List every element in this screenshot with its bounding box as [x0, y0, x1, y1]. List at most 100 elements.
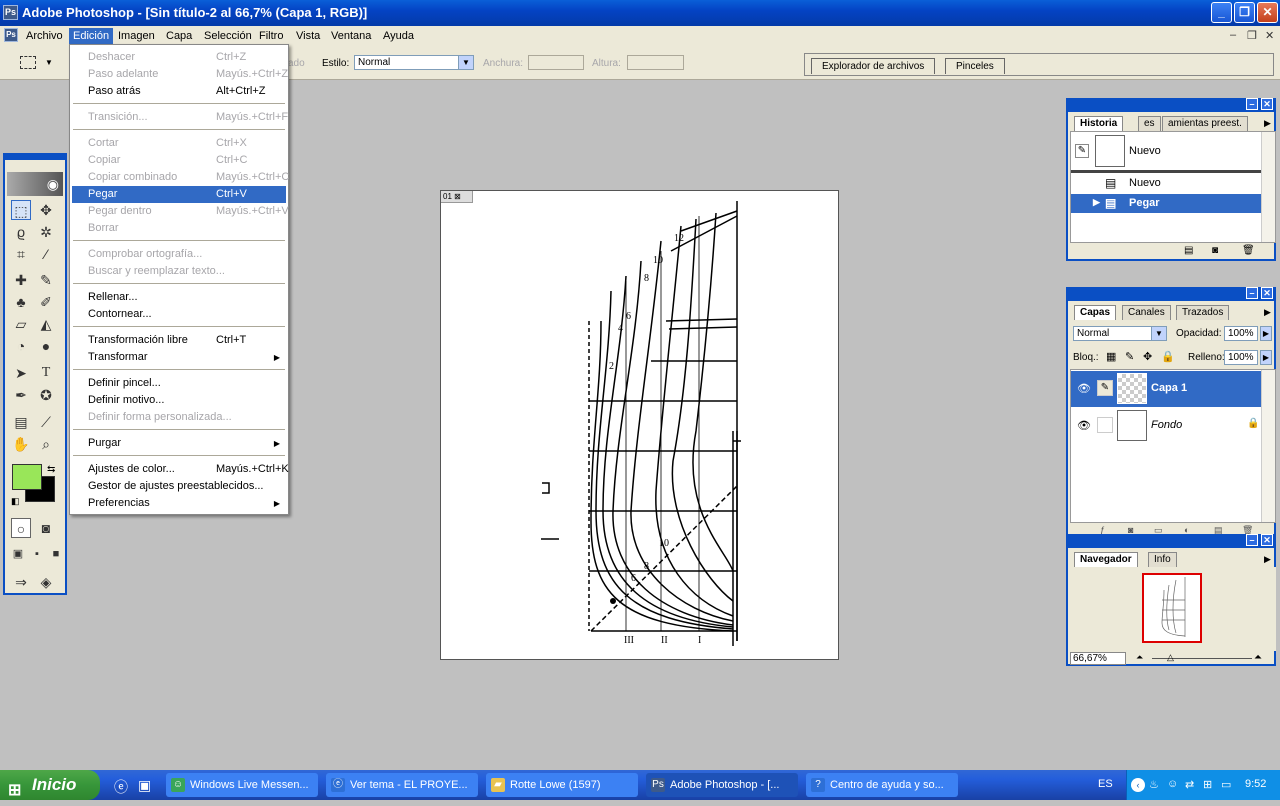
menu-ventana[interactable]: Ventana	[327, 28, 375, 44]
paint-bucket-icon[interactable]: ◭	[36, 314, 56, 334]
zoom-input[interactable]: 66,67%	[1070, 652, 1126, 665]
title-bar[interactable]: Ps Adobe Photoshop - [Sin título-2 al 66…	[0, 0, 1280, 26]
menu-item-pegar[interactable]: Pegar Ctrl+V	[72, 186, 286, 203]
history-brush-source-icon[interactable]: ✎	[1075, 144, 1089, 158]
blend-mode-select[interactable]: Normal ▼	[1073, 326, 1167, 341]
layer-link-slot[interactable]	[1097, 417, 1113, 433]
dodge-tool-icon[interactable]: ●	[36, 336, 56, 356]
tab-info[interactable]: Info	[1148, 552, 1177, 567]
taskbar-button-1[interactable]: ⓔ Ver tema - EL PROYE...	[326, 773, 478, 797]
windows-tray-icon[interactable]: ⊞	[1203, 778, 1212, 791]
menu-item-rellenar[interactable]: Rellenar...	[72, 289, 286, 306]
network-tray-icon[interactable]: ⇄	[1185, 778, 1194, 791]
zoom-slider-thumb-icon[interactable]: △	[1167, 652, 1174, 663]
new-snapshot-icon[interactable]: ◙	[1212, 245, 1218, 256]
menu-item-transformación-libre[interactable]: Transformación libre Ctrl+T	[72, 332, 286, 349]
history-step-nuevo[interactable]: ▤ Nuevo	[1071, 174, 1263, 193]
language-indicator[interactable]: ES	[1098, 778, 1113, 790]
slice-tool-icon[interactable]: ⁄	[36, 244, 56, 264]
imageready-icon[interactable]: ◈	[36, 572, 56, 592]
brush-link-icon[interactable]: ✎	[1097, 380, 1113, 396]
menu-item-ajustes-de-color[interactable]: Ajustes de color... Mayús.+Ctrl+K	[72, 461, 289, 478]
marquee-tool-icon[interactable]: ⬚	[11, 200, 31, 220]
minimize-button[interactable]: _	[1211, 2, 1232, 23]
menu-seleccion[interactable]: Selección	[200, 28, 256, 44]
custom-shape-icon[interactable]: ✪	[36, 385, 56, 405]
close-button[interactable]: ✕	[1257, 2, 1278, 23]
tray-app-icon[interactable]: ♨	[1149, 778, 1159, 791]
doc-close-icon[interactable]: ✕	[1265, 29, 1274, 42]
tab-herramientas[interactable]: amientas preest.	[1162, 116, 1248, 131]
zoom-in-icon[interactable]: ⏶	[1254, 652, 1262, 663]
lock-all-icon[interactable]: 🔒	[1161, 350, 1175, 363]
screen-mode-full-menu-icon[interactable]: ▪	[27, 544, 47, 564]
taskbar-button-0[interactable]: ☺ Windows Live Messen...	[166, 773, 318, 797]
history-scrollbar[interactable]	[1261, 132, 1275, 242]
notes-tool-icon[interactable]: ▤	[11, 412, 31, 432]
tab-historia[interactable]: Historia	[1074, 116, 1124, 131]
desktop-quicklaunch-icon[interactable]: ▣	[138, 777, 151, 794]
panel-menu-arrow-icon[interactable]: ▶	[1264, 307, 1271, 318]
ie-quicklaunch-icon[interactable]: ⓔ	[114, 777, 128, 797]
navigator-panel-titlebar[interactable]: – ✕	[1066, 534, 1276, 548]
history-step-pegar[interactable]: ▶ ▤ Pegar	[1071, 194, 1263, 213]
menu-item-transformar[interactable]: Transformar ▶	[72, 349, 286, 366]
move-tool-icon[interactable]: ✥	[36, 200, 56, 220]
lasso-tool-icon[interactable]: ϱ	[11, 222, 31, 242]
history-state-slider-icon[interactable]: ▶	[1093, 197, 1100, 208]
tab-navegador[interactable]: Navegador	[1074, 552, 1138, 567]
menu-ayuda[interactable]: Ayuda	[379, 28, 418, 44]
screen-mode-standard-icon[interactable]: ▣	[8, 544, 28, 564]
zoom-out-icon[interactable]: ⏶	[1136, 652, 1143, 663]
lock-image-icon[interactable]: ✎	[1125, 350, 1134, 363]
start-button[interactable]: ⊞ Inicio	[0, 770, 100, 800]
tab-trazados[interactable]: Trazados	[1176, 305, 1230, 320]
default-colors-icon[interactable]: ◧	[11, 496, 20, 507]
panel-close-icon[interactable]: ✕	[1261, 287, 1273, 299]
new-document-from-state-icon[interactable]: ▤	[1184, 245, 1193, 256]
tab-acciones[interactable]: es	[1138, 116, 1161, 131]
pen-tool-icon[interactable]: ✒	[11, 385, 31, 405]
lock-position-icon[interactable]: ✥	[1143, 350, 1152, 363]
layer-name[interactable]: Fondo	[1151, 419, 1182, 431]
blur-tool-icon[interactable]: ◔	[11, 336, 31, 356]
healing-brush-icon[interactable]: ✚	[11, 270, 31, 290]
layer-row-capa1[interactable]: 👁 ✎ Capa 1	[1071, 371, 1261, 407]
panel-menu-arrow-icon[interactable]: ▶	[1264, 118, 1271, 129]
panel-close-icon[interactable]: ✕	[1261, 534, 1273, 546]
doc-restore-icon[interactable]: ❐	[1247, 29, 1257, 42]
swap-colors-icon[interactable]: ⇆	[47, 464, 55, 475]
magic-wand-icon[interactable]: ✲	[36, 222, 56, 242]
layer-name[interactable]: Capa 1	[1151, 382, 1187, 394]
trash-icon[interactable]: 🗑	[1242, 245, 1255, 256]
eraser-tool-icon[interactable]: ▱	[11, 314, 31, 334]
menu-archivo[interactable]: Archivo	[22, 28, 67, 44]
crop-tool-icon[interactable]: ⌗	[11, 244, 31, 264]
standard-mode-icon[interactable]: ○	[11, 518, 31, 538]
zoom-tool-icon[interactable]: ⌕	[36, 434, 56, 454]
quickmask-mode-icon[interactable]: ◙	[36, 518, 56, 538]
panel-menu-arrow-icon[interactable]: ▶	[1264, 554, 1271, 565]
maximize-button[interactable]: ❐	[1234, 2, 1255, 23]
layers-scrollbar[interactable]	[1261, 370, 1275, 522]
tab-capas[interactable]: Capas	[1074, 305, 1117, 320]
anchura-input[interactable]	[528, 55, 584, 70]
opacity-slider-arrow-icon[interactable]: ▶	[1260, 326, 1272, 341]
foreground-color-swatch[interactable]	[12, 464, 42, 490]
history-panel-titlebar[interactable]: – ✕	[1066, 98, 1276, 112]
menu-vista[interactable]: Vista	[292, 28, 324, 44]
adobe-eye-icon[interactable]: ◉	[7, 172, 63, 196]
menu-item-contornear[interactable]: Contornear...	[72, 306, 286, 323]
snapshot-thumbnail[interactable]	[1095, 135, 1125, 167]
panel-minimize-icon[interactable]: –	[1246, 98, 1258, 110]
eye-icon[interactable]: 👁	[1077, 382, 1091, 395]
altura-input[interactable]	[627, 55, 684, 70]
fill-input[interactable]: 100%	[1224, 350, 1258, 365]
eyedropper-icon[interactable]: ⟋	[36, 412, 56, 432]
layer-thumbnail[interactable]	[1117, 410, 1147, 441]
menu-capa[interactable]: Capa	[162, 28, 196, 44]
history-brush-icon[interactable]: ✐	[36, 292, 56, 312]
panel-minimize-icon[interactable]: –	[1246, 534, 1258, 546]
layers-panel-titlebar[interactable]: – ✕	[1066, 287, 1276, 301]
menu-item-paso-atrás[interactable]: Paso atrás Alt+Ctrl+Z	[72, 83, 286, 100]
